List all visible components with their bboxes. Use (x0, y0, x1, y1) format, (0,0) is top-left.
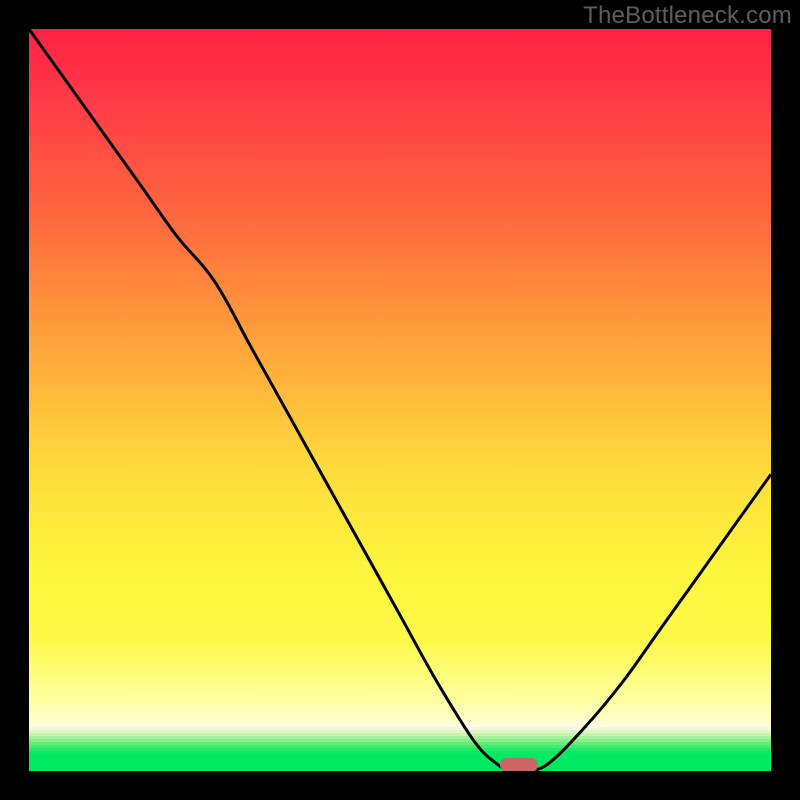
chart-frame: TheBottleneck.com (0, 0, 800, 800)
curve-svg (29, 29, 771, 771)
optimum-marker (500, 758, 538, 771)
bottleneck-curve-path (29, 29, 771, 771)
watermark-text: TheBottleneck.com (583, 2, 792, 30)
plot-area (29, 29, 771, 771)
